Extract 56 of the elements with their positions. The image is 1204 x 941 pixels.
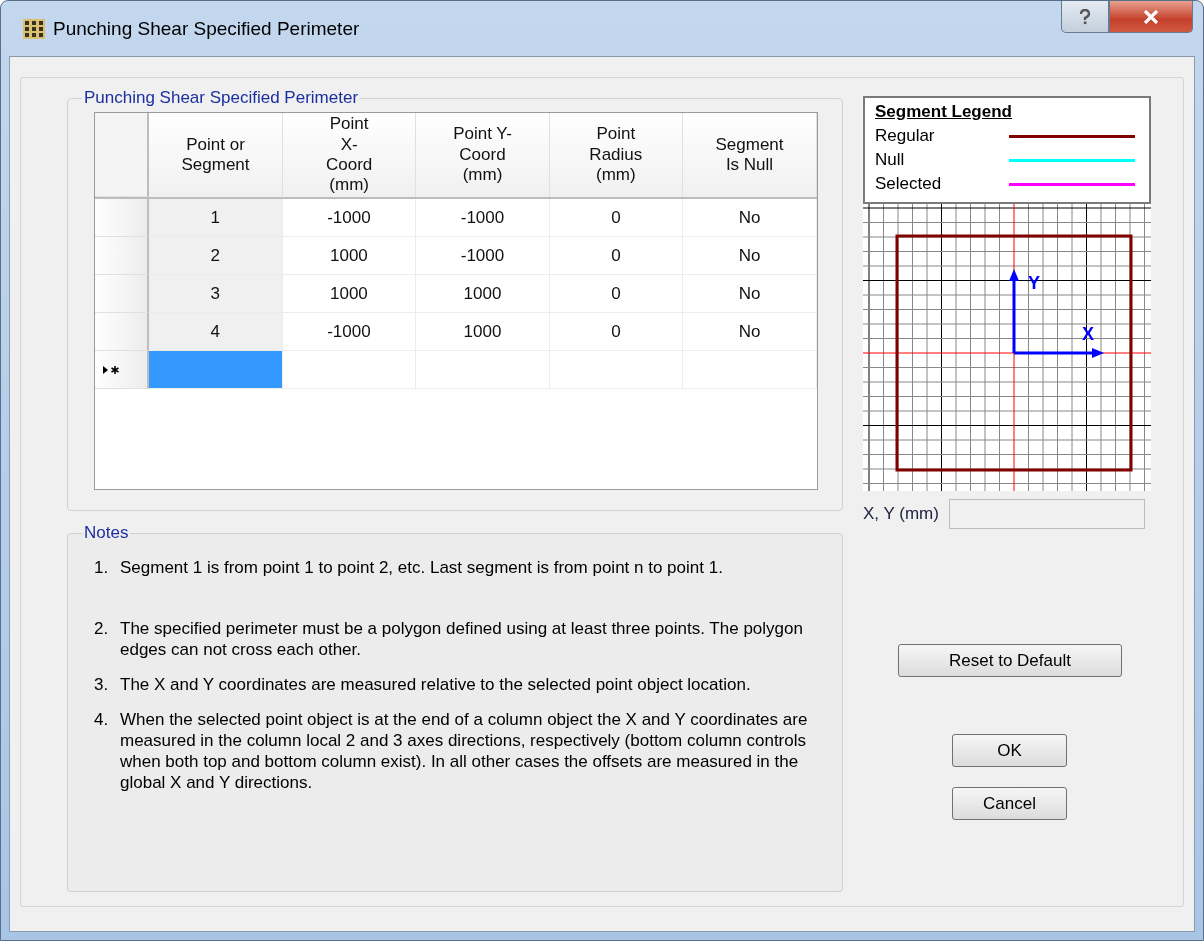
ok-button[interactable]: OK [952,734,1067,767]
column-header[interactable]: Segment Is Null [683,113,817,197]
close-icon [1143,9,1159,24]
legend-label: Null [875,150,905,170]
app-icon [23,18,45,39]
coordinate-field[interactable] [948,499,1145,529]
question-mark-icon [1079,8,1091,25]
table-cell[interactable]: -1000 [282,199,417,237]
table-cell[interactable]: -1000 [416,237,550,275]
help-button[interactable] [1061,1,1109,33]
table-cell[interactable]: 1000 [282,275,417,313]
legend-label: Selected [875,174,942,194]
table-cell[interactable] [282,351,417,389]
legend-title: Segment Legend [875,102,1012,122]
column-header[interactable]: Point Radius (mm) [549,113,683,197]
note-number: 1. [94,557,110,578]
table-cell[interactable]: No [683,275,817,313]
reset-button[interactable]: Reset to Default [898,644,1122,677]
note-number: 2. [94,618,110,640]
table-cell[interactable]: -1000 [282,313,417,351]
window-title: Punching Shear Specified Perimeter [53,17,360,40]
axis-label: X [1082,324,1094,344]
table-cell[interactable] [683,351,817,389]
table-cell[interactable]: No [683,313,817,351]
table-cell[interactable]: 1000 [416,313,550,351]
table-cell[interactable]: No [683,199,817,237]
legend-label: Regular [875,126,935,146]
cancel-button[interactable]: Cancel [952,787,1067,820]
table-cell[interactable]: 1 [149,199,283,237]
table-cell[interactable]: 0 [549,275,684,313]
table-cell[interactable]: 0 [549,313,684,351]
column-header[interactable]: Point X-Coord (mm) [283,113,417,197]
row-header[interactable] [95,351,149,389]
note-number: 3. [94,674,110,695]
column-header[interactable]: Point or Segment [149,113,283,197]
group-title: Punching Shear Specified Perimeter [83,88,360,108]
table-cell[interactable]: 0 [549,237,684,275]
note-text: When the selected point object is at the end of a column object the X and Y coordinates are measured in the column local 2 and 3 axes directions, respectively (bottom column controls when both top and bottom column exist). In all other cases the offsets are measured in the global X and Y directions. [120,709,809,793]
table-cell[interactable]: No [683,237,817,275]
table-cell[interactable]: 3 [149,275,283,313]
note-number: 4. [94,709,110,731]
note-text: Segment 1 is from point 1 to point 2, etc. Last segment is from point n to point 1. [120,557,723,578]
table-cell[interactable]: 0 [549,199,684,237]
note-text: The specified perimeter must be a polygon defined using at least three points. The polygon edges can not cross each other. [120,618,804,660]
note-text: The X and Y coordinates are measured relative to the selected point object location. [120,674,751,695]
table-cell[interactable]: 1000 [282,237,417,275]
column-header[interactable]: Point Y-Coord (mm) [416,113,550,197]
group-title: Notes [83,523,130,543]
close-button[interactable] [1109,1,1193,33]
table-cell[interactable]: 1000 [416,275,550,313]
new-row-icon [103,364,121,375]
table-cell[interactable]: 2 [149,237,283,275]
field-label: X, Y (mm) [863,504,939,524]
table-cell[interactable]: -1000 [416,199,550,237]
table-cell[interactable]: 4 [149,313,283,351]
table-cell[interactable] [149,351,283,389]
